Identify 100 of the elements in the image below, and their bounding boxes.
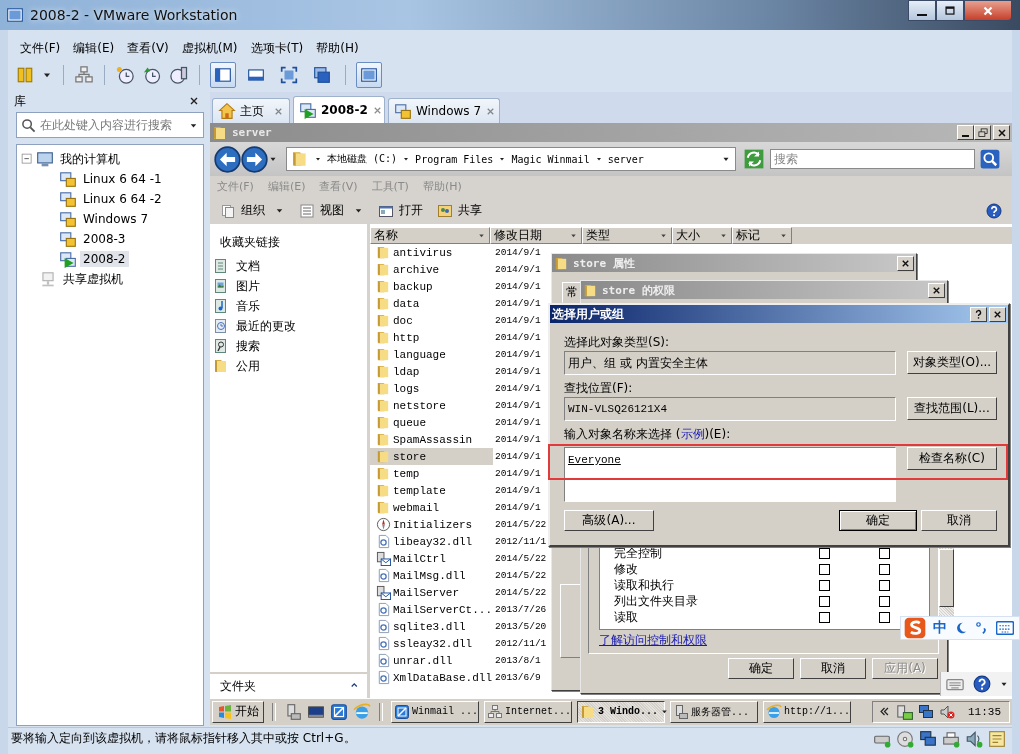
file-item[interactable]: webmail [370, 499, 493, 516]
search-field[interactable]: 在此处键入内容进行搜索 [16, 112, 204, 138]
search-field[interactable]: 搜索 [770, 149, 975, 169]
table-cell-text: 2014/9/1 [494, 468, 541, 479]
menu-item[interactable]: 虚拟机(M) [175, 39, 245, 57]
start-button[interactable]: 开始 [212, 700, 264, 723]
file-item[interactable]: logs [370, 380, 493, 397]
help-link[interactable]: 了解访问控制和权限 [599, 632, 707, 649]
file-item[interactable]: MailCtrl [370, 550, 493, 567]
file-item[interactable]: netstore [370, 397, 493, 414]
ok-button[interactable]: 确定 [839, 510, 917, 531]
file-item[interactable]: archive [370, 261, 493, 278]
file-item[interactable]: data [370, 295, 493, 312]
file-item[interactable]: ldap [370, 363, 493, 380]
table-cell-text: 2014/9/1 [494, 451, 541, 462]
file-item[interactable]: template [370, 482, 493, 499]
tree-item[interactable]: Linux 6 64 -1 [80, 171, 165, 187]
column-header[interactable]: 名称 [370, 227, 490, 244]
examples-link[interactable]: 示例 [680, 425, 705, 443]
breadcrumb-item[interactable]: Magic Winmail [511, 153, 590, 165]
menu-item[interactable]: 选项卡(T) [244, 39, 311, 57]
tree-item[interactable]: 我的计算机 [57, 149, 123, 169]
table-cell-text: 2014/9/1 [494, 247, 541, 258]
table-cell-text: 2014/9/1 [494, 400, 541, 411]
column-header[interactable]: 类型 [582, 227, 672, 244]
table-cell-text: 2013/5/20 [494, 621, 547, 632]
favorite-link[interactable]: 文档 [210, 256, 367, 276]
column-header[interactable]: 修改日期 [490, 227, 582, 244]
menu-item[interactable]: 文件(F) [14, 39, 68, 57]
file-item[interactable]: ssleay32.dll [370, 635, 493, 652]
dialog-button[interactable]: 取消 [800, 658, 866, 679]
column-header[interactable]: 大小 [672, 227, 732, 244]
file-item[interactable]: backup [370, 278, 493, 295]
menu-item[interactable]: 编辑(E) [67, 39, 122, 57]
object-types-button[interactable]: 对象类型(O)... [907, 351, 997, 374]
table-cell-text: 2014/5/22 [494, 587, 547, 598]
toolbar-button[interactable]: 视图 [297, 200, 366, 221]
taskbar-button[interactable]: 3 Windo... [577, 700, 665, 723]
tree-item[interactable]: 2008-3 [80, 231, 129, 247]
toolbar-button[interactable]: 打开 [376, 200, 425, 221]
taskbar-button[interactable]: Internet... [484, 700, 572, 723]
tree-item[interactable]: 2008-2 [80, 251, 129, 267]
toolbar-button[interactable]: 组织 [218, 200, 287, 221]
file-item[interactable]: store [370, 448, 493, 465]
file-item[interactable]: http [370, 329, 493, 346]
dialog-title: 选择用户或组 [552, 305, 624, 323]
dialog-title: store 的权限 [602, 282, 675, 298]
column-header[interactable]: 标记 [732, 227, 792, 244]
favorite-link[interactable]: 音乐 [210, 296, 367, 316]
favorite-link[interactable]: 公用 [210, 356, 367, 376]
permission-name: 完全控制 [613, 544, 663, 562]
favorite-link[interactable]: 搜索 [210, 336, 367, 356]
permission-name: 读取和执行 [613, 576, 675, 594]
menu-item[interactable]: 查看(V) [121, 39, 176, 57]
breadcrumb-item[interactable]: 本地磁盘 (C:) [327, 152, 398, 166]
file-item[interactable]: Initializers [370, 516, 493, 533]
favorite-link[interactable]: 最近的更改 [210, 316, 367, 336]
file-item[interactable]: language [370, 346, 493, 363]
address-bar[interactable]: 本地磁盘 (C:) Program Files Magic Winmail server [286, 147, 736, 171]
table-cell-text: 2014/9/1 [494, 349, 541, 360]
file-item[interactable]: MailMsg.dll [370, 567, 493, 584]
toolbar-button[interactable]: 共享 [435, 200, 484, 221]
section-title: 收藏夹链接 [219, 234, 281, 251]
file-item[interactable]: MailServer [370, 584, 493, 601]
file-item[interactable]: libeay32.dll [370, 533, 493, 550]
file-item[interactable]: sqlite3.dll [370, 618, 493, 635]
table-cell-text: 2014/5/22 [494, 553, 547, 564]
file-item[interactable]: doc [370, 312, 493, 329]
tree-item[interactable]: Windows 7 [80, 211, 151, 227]
vm-tab[interactable]: Windows 7 [388, 98, 500, 123]
taskbar-button[interactable]: 服务器管... [670, 700, 758, 723]
vm-tab[interactable]: 主页 [212, 98, 290, 123]
tree-item[interactable]: Linux 6 64 -2 [80, 191, 165, 207]
file-item[interactable]: SpamAssassin [370, 431, 493, 448]
advanced-button[interactable]: 高级(A)... [564, 510, 654, 531]
breadcrumb-item[interactable]: Program Files [415, 153, 494, 165]
file-item[interactable]: unrar.dll [370, 652, 493, 669]
menu-item[interactable]: 帮助(H) [310, 39, 366, 57]
object-names-field[interactable]: Everyone [564, 447, 896, 502]
dialog-button[interactable]: 确定 [728, 658, 794, 679]
file-item[interactable]: temp [370, 465, 493, 482]
check-names-button[interactable]: 检查名称(C) [907, 447, 997, 470]
clock: 11:35 [968, 705, 1001, 718]
table-cell-text: 2014/9/1 [494, 366, 541, 377]
file-item[interactable]: queue [370, 414, 493, 431]
vm-tab[interactable]: 2008-2 [293, 96, 385, 123]
breadcrumb-item[interactable]: server [607, 153, 644, 165]
locations-button[interactable]: 查找范围(L)... [907, 397, 997, 420]
file-item[interactable]: XmlDataBase.dll [370, 669, 493, 686]
cancel-button[interactable]: 取消 [921, 510, 997, 531]
taskbar-button[interactable]: Winmail ... [391, 700, 479, 723]
file-item[interactable]: antivirus [370, 244, 493, 261]
table-cell-text: 2013/7/26 [494, 604, 547, 615]
favorite-link[interactable]: 图片 [210, 276, 367, 296]
input-mode-toggle[interactable]: 中 [933, 619, 947, 637]
tree-item[interactable]: 共享虚拟机 [60, 269, 126, 289]
file-item[interactable]: MailServerCt... [370, 601, 493, 618]
location-field: WIN-VLSQ26121X4 [564, 397, 896, 421]
taskbar-button[interactable]: http://1... [763, 700, 851, 723]
object-type-field: 用户、组 或 内置安全主体 [564, 351, 896, 375]
